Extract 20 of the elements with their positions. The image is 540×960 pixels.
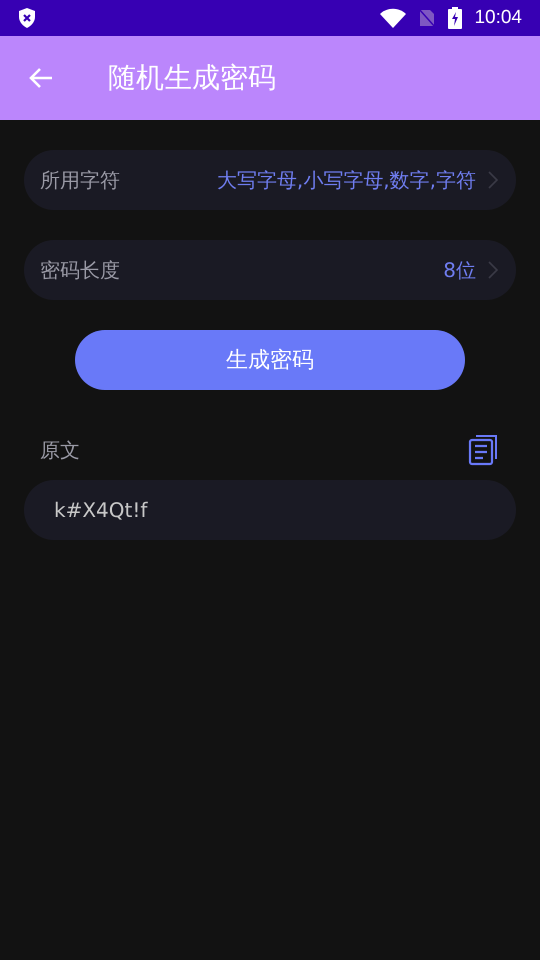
screen-title: 随机生成密码	[108, 60, 276, 96]
generate-button[interactable]: 生成密码	[75, 330, 465, 390]
clock-time: 10:04	[474, 6, 522, 30]
back-arrow-icon	[28, 66, 54, 90]
no-sim-icon	[418, 8, 436, 28]
battery-charging-icon	[448, 7, 462, 29]
copy-button[interactable]	[468, 434, 498, 466]
setting-label: 所用字符	[40, 167, 121, 194]
settings-row[interactable]: 密码长度 8位	[24, 240, 516, 300]
copy-icon	[468, 434, 498, 466]
setting-label: 密码长度	[40, 257, 121, 284]
setting-value: 8位	[443, 257, 476, 284]
chevron-right-icon	[488, 171, 498, 189]
shield-icon	[18, 7, 36, 29]
setting-value: 大写字母,小写字母,数字,字符	[216, 167, 476, 194]
wifi-icon	[380, 8, 406, 28]
chevron-right-icon	[488, 261, 498, 279]
password-text: k#X4Qt!f	[54, 497, 148, 524]
settings-row[interactable]: 所用字符 大写字母,小写字母,数字,字符	[24, 150, 516, 210]
result-label: 原文	[40, 437, 80, 464]
